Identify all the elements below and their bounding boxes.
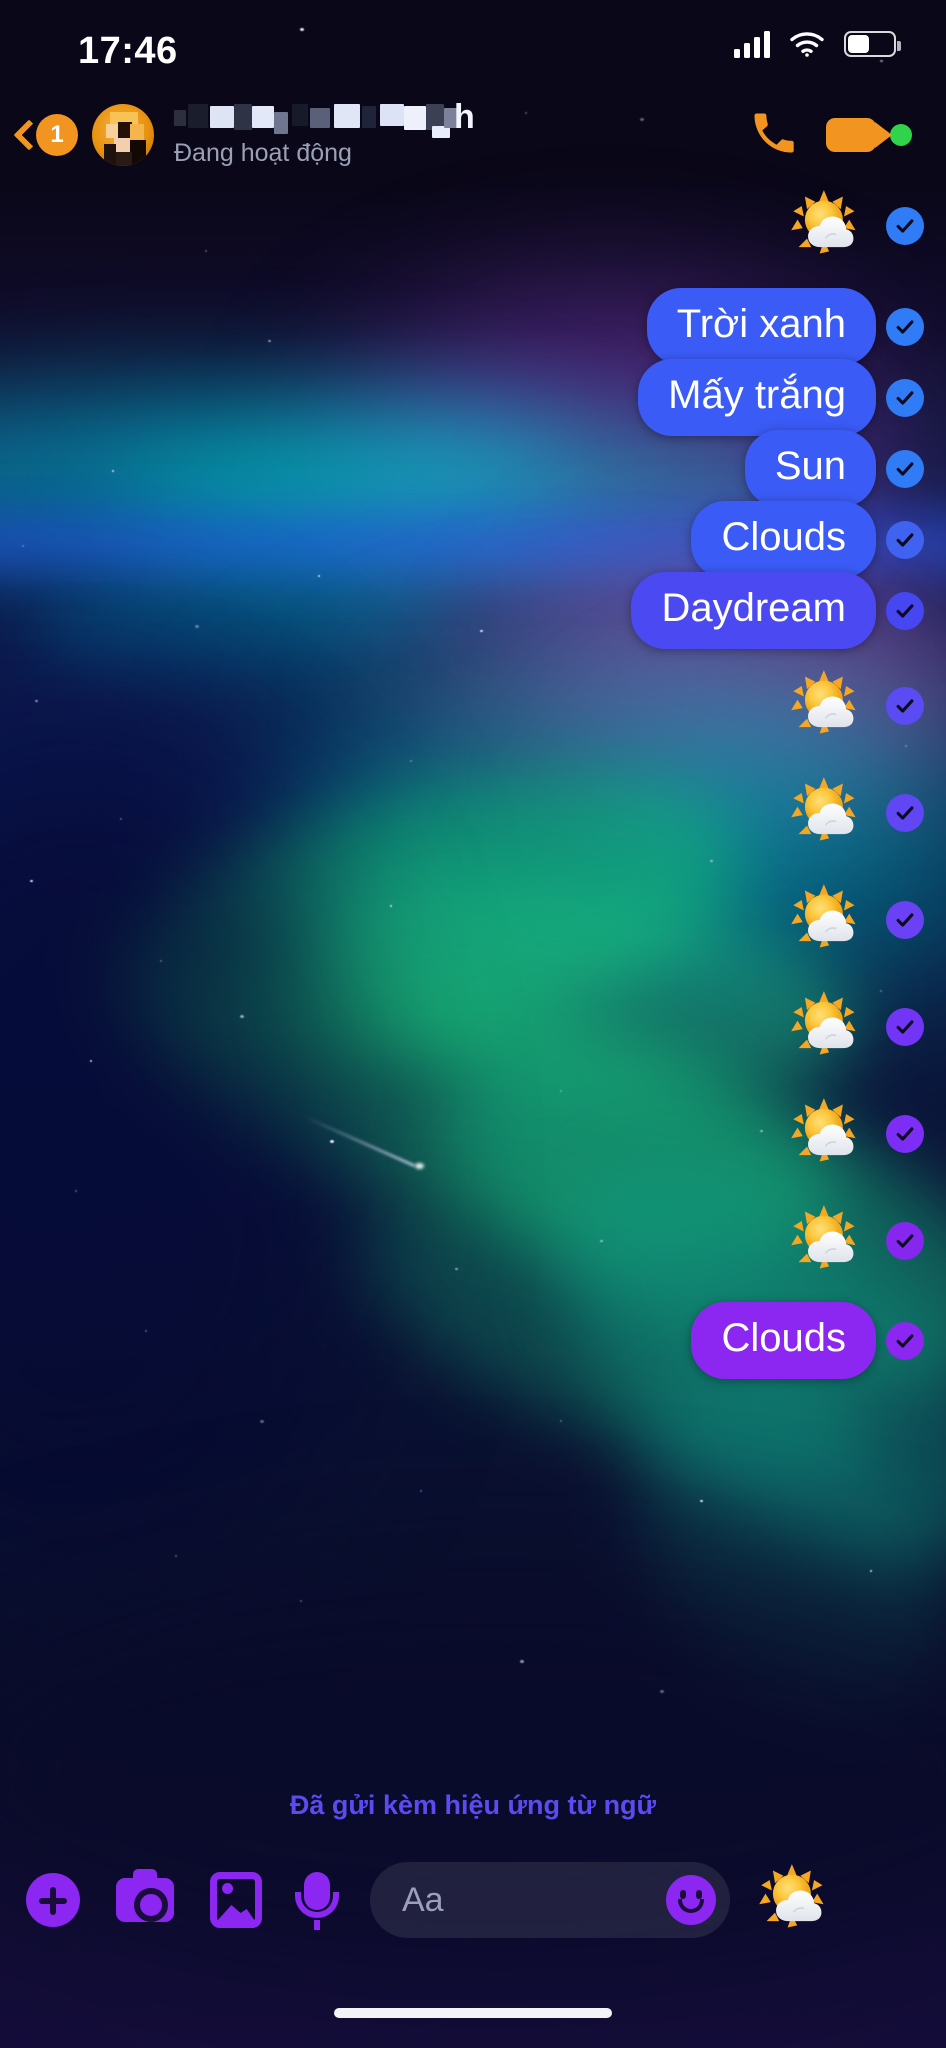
smiley-face-icon[interactable] bbox=[666, 1875, 716, 1925]
message-row[interactable] bbox=[788, 989, 946, 1065]
wifi-icon bbox=[790, 31, 824, 57]
sun-behind-cloud-emoji[interactable] bbox=[756, 1862, 832, 1938]
message-composer: Aa bbox=[0, 1840, 946, 1960]
message-bubble[interactable]: Mấy trắng bbox=[638, 359, 876, 436]
message-seen-tick-icon bbox=[886, 520, 924, 559]
sun-behind-cloud-emoji[interactable] bbox=[788, 668, 864, 744]
message-row[interactable] bbox=[788, 668, 946, 744]
message-seen-tick-icon bbox=[886, 449, 924, 488]
message-thread[interactable]: Trời xanh Mấy trắng Sun Clouds Daydream Cloud… bbox=[0, 178, 946, 1818]
chat-header: 1 h Đang hoạt động bbox=[0, 96, 946, 174]
battery-icon bbox=[844, 31, 901, 57]
message-row[interactable]: Clouds bbox=[691, 501, 946, 578]
message-row[interactable] bbox=[788, 1203, 946, 1279]
message-bubble[interactable]: Sun bbox=[744, 430, 876, 507]
avatar[interactable] bbox=[92, 104, 154, 166]
contact-name-redacted: h bbox=[174, 98, 484, 138]
message-row[interactable] bbox=[788, 882, 946, 958]
message-row[interactable]: Trời xanh bbox=[646, 288, 946, 365]
status-clock: 17:46 bbox=[78, 30, 178, 72]
sun-behind-cloud-emoji[interactable] bbox=[788, 1096, 864, 1172]
contact-name-tail: h bbox=[454, 98, 475, 136]
message-seen-tick-icon bbox=[886, 794, 924, 832]
message-seen-tick-icon bbox=[886, 378, 924, 417]
message-bubble[interactable]: Clouds bbox=[691, 501, 876, 578]
sun-behind-cloud-emoji[interactable] bbox=[788, 882, 864, 958]
phone-call-icon[interactable] bbox=[748, 107, 800, 164]
message-seen-tick-icon bbox=[886, 901, 924, 939]
status-bar: 17:46 bbox=[0, 0, 946, 86]
message-seen-tick-icon bbox=[886, 1321, 924, 1360]
video-camera-icon[interactable] bbox=[826, 118, 892, 152]
message-input[interactable]: Aa bbox=[370, 1862, 730, 1938]
message-row[interactable]: Clouds bbox=[691, 1302, 946, 1379]
online-green-dot bbox=[890, 124, 912, 146]
home-indicator-bar bbox=[334, 2008, 612, 2018]
message-seen-tick-icon bbox=[886, 1222, 924, 1260]
plus-circle-icon[interactable] bbox=[0, 1873, 80, 1927]
messenger-chat-screen: 17:46 1 h Đang hoạt động Trời xanh Mấy t… bbox=[0, 0, 946, 2048]
message-row[interactable] bbox=[788, 188, 946, 264]
message-row[interactable]: Sun bbox=[744, 430, 946, 507]
message-bubble[interactable]: Clouds bbox=[691, 1302, 876, 1379]
message-seen-tick-icon bbox=[886, 207, 924, 245]
message-row[interactable]: Daydream bbox=[631, 572, 946, 649]
message-row[interactable]: Mấy trắng bbox=[638, 359, 946, 436]
sun-behind-cloud-emoji[interactable] bbox=[788, 188, 864, 264]
message-seen-tick-icon bbox=[886, 687, 924, 725]
message-row[interactable] bbox=[788, 1096, 946, 1172]
sun-behind-cloud-emoji[interactable] bbox=[788, 989, 864, 1065]
message-seen-tick-icon bbox=[886, 1008, 924, 1046]
message-bubble[interactable]: Trời xanh bbox=[646, 288, 876, 365]
message-row[interactable] bbox=[788, 775, 946, 851]
message-seen-tick-icon bbox=[886, 591, 924, 630]
microphone-icon[interactable] bbox=[262, 1872, 339, 1930]
message-seen-tick-icon bbox=[886, 1115, 924, 1153]
message-bubble[interactable]: Daydream bbox=[631, 572, 876, 649]
contact-active-status: Đang hoạt động bbox=[174, 139, 352, 167]
camera-icon[interactable] bbox=[80, 1869, 174, 1922]
sun-behind-cloud-emoji[interactable] bbox=[788, 1203, 864, 1279]
message-seen-tick-icon bbox=[886, 307, 924, 346]
cellular-signal-icon bbox=[734, 30, 770, 58]
gallery-image-icon[interactable] bbox=[174, 1872, 262, 1928]
back-button[interactable]: 1 bbox=[13, 114, 78, 156]
message-input-placeholder: Aa bbox=[402, 1880, 444, 1919]
sun-behind-cloud-emoji[interactable] bbox=[788, 775, 864, 851]
contact-title-block[interactable]: h Đang hoạt động bbox=[174, 98, 748, 168]
